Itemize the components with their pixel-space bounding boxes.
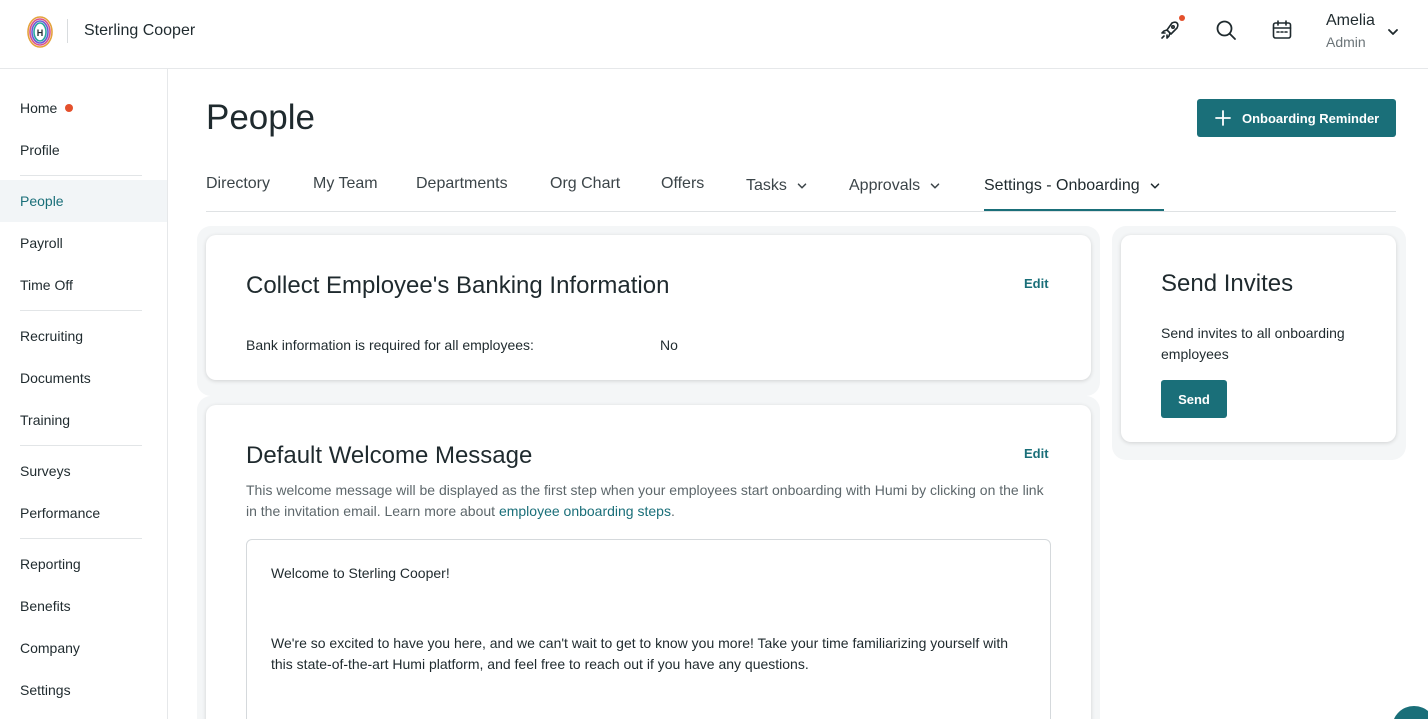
banking-card-title: Collect Employee's Banking Information [246, 272, 670, 299]
chevron-down-icon[interactable] [1385, 24, 1401, 40]
tab-org-chart[interactable]: Org Chart [550, 173, 620, 195]
logo-divider [67, 19, 68, 43]
message-line: We're so excited to have you here, and w… [271, 635, 1009, 651]
sidebar-item-settings[interactable]: Settings [0, 669, 167, 711]
invites-description: Send invites to all onboarding employees [1161, 323, 1345, 365]
tab-label: Approvals [849, 177, 921, 194]
sidebar-item-company[interactable]: Company [0, 627, 167, 669]
onboarding-steps-link[interactable]: employee onboarding steps [499, 503, 671, 519]
tab-label: Offers [661, 175, 705, 192]
description-text: Send invites to all onboarding [1161, 325, 1345, 341]
message-line: Welcome to Sterling Cooper! [271, 565, 450, 581]
sidebar-item-label: Time Off [20, 277, 73, 293]
sidebar-item-label: Recruiting [20, 328, 84, 344]
chevron-down-icon [797, 183, 807, 189]
sidebar-divider [20, 175, 142, 176]
sidebar: Home Profile People Payroll Time Off Rec… [0, 69, 168, 719]
calendar-icon[interactable] [1270, 18, 1294, 42]
sidebar-divider [20, 310, 142, 311]
description-text: employees [1161, 346, 1229, 362]
sidebar-item-performance[interactable]: Performance [0, 492, 167, 534]
chevron-down-icon [1150, 183, 1159, 189]
sidebar-divider [20, 445, 142, 446]
tab-label: Org Chart [550, 175, 621, 192]
welcome-message-box[interactable]: Welcome to Sterling Cooper! We're so exc… [246, 539, 1051, 719]
invites-card: Send Invites Send invites to all onboard… [1121, 235, 1396, 442]
notification-dot [65, 104, 74, 112]
sidebar-item-training[interactable]: Training [0, 399, 167, 441]
sidebar-item-documents[interactable]: Documents [0, 357, 167, 399]
banking-edit-link[interactable]: Edit [1024, 276, 1049, 291]
tab-my-team[interactable]: My Team [313, 173, 378, 195]
company-name[interactable]: Sterling Cooper [84, 22, 195, 40]
notification-dot [1179, 15, 1185, 21]
sidebar-item-label: Company [20, 640, 80, 656]
tab-bar: Directory My Team Departments Org Chart … [206, 160, 1396, 212]
tab-label: Departments [416, 175, 508, 192]
sidebar-divider [20, 538, 142, 539]
sidebar-item-recruiting[interactable]: Recruiting [0, 315, 167, 357]
welcome-description: This welcome message will be displayed a… [246, 480, 1056, 522]
banking-card: Collect Employee's Banking Information E… [206, 235, 1091, 380]
sidebar-item-label: Benefits [20, 598, 71, 614]
tab-tasks[interactable]: Tasks [746, 175, 809, 197]
welcome-card-title: Default Welcome Message [246, 442, 533, 469]
sidebar-item-label: Settings [20, 682, 71, 698]
description-text: . [670, 503, 675, 519]
sidebar-item-payroll[interactable]: Payroll [0, 222, 167, 264]
sidebar-item-label: Payroll [20, 235, 63, 251]
description-text: in the invitation email. Learn more abou… [246, 503, 496, 519]
onboarding-reminder-button[interactable]: Onboarding Reminder [1197, 99, 1396, 137]
sidebar-item-label: Profile [20, 142, 60, 158]
sidebar-item-home[interactable]: Home [0, 87, 167, 129]
sidebar-item-label: Home [20, 100, 58, 116]
tab-settings-onboarding[interactable]: Settings - Onboarding [984, 175, 1162, 197]
send-invites-button[interactable]: Send [1161, 380, 1227, 418]
invites-card-title: Send Invites [1161, 270, 1294, 297]
sidebar-item-label: Training [20, 412, 71, 428]
tab-approvals[interactable]: Approvals [849, 175, 942, 197]
welcome-edit-link[interactable]: Edit [1024, 446, 1049, 461]
sidebar-item-label: Documents [20, 370, 91, 386]
sidebar-item-time-off[interactable]: Time Off [0, 264, 167, 306]
bank-info-value: No [660, 337, 678, 353]
tab-directory[interactable]: Directory [206, 173, 270, 195]
user-name[interactable]: Amelia [1326, 12, 1375, 30]
welcome-card: Default Welcome Message Edit This welcom… [206, 405, 1091, 719]
tab-label: Settings - Onboarding [984, 177, 1140, 194]
sidebar-item-profile[interactable]: Profile [0, 129, 167, 171]
top-bar: H Sterling Cooper Amelia Admin [0, 0, 1428, 69]
page-title: People [206, 98, 315, 137]
bank-info-label: Bank information is required for all emp… [246, 337, 534, 353]
tab-label: Tasks [746, 177, 787, 194]
svg-text:H: H [37, 28, 44, 38]
tab-departments[interactable]: Departments [416, 173, 508, 195]
sidebar-item-surveys[interactable]: Surveys [0, 450, 167, 492]
humi-logo-icon[interactable]: H [26, 15, 54, 49]
sidebar-item-label: Surveys [20, 463, 71, 479]
sidebar-item-label: People [20, 193, 64, 209]
sidebar-item-label: Performance [20, 505, 101, 521]
message-line: this state-of-the-art Humi platform, and… [271, 656, 809, 672]
sidebar-item-benefits[interactable]: Benefits [0, 585, 167, 627]
user-role: Admin [1326, 34, 1366, 50]
plus-icon [1215, 110, 1231, 126]
tab-label: Directory [206, 175, 271, 192]
onboarding-reminder-label: Onboarding Reminder [1242, 110, 1380, 126]
rocket-icon[interactable] [1158, 18, 1182, 42]
sidebar-item-people[interactable]: People [0, 180, 167, 222]
tab-offers[interactable]: Offers [661, 173, 704, 195]
sidebar-item-label: Reporting [20, 556, 81, 572]
active-tab-indicator [984, 209, 1164, 211]
help-chat-button[interactable] [1392, 706, 1428, 719]
sidebar-item-reporting[interactable]: Reporting [0, 543, 167, 585]
tab-label: My Team [313, 175, 378, 192]
chevron-down-icon [930, 183, 940, 189]
search-icon[interactable] [1214, 18, 1238, 42]
description-text: This welcome message will be displayed a… [246, 482, 1044, 498]
